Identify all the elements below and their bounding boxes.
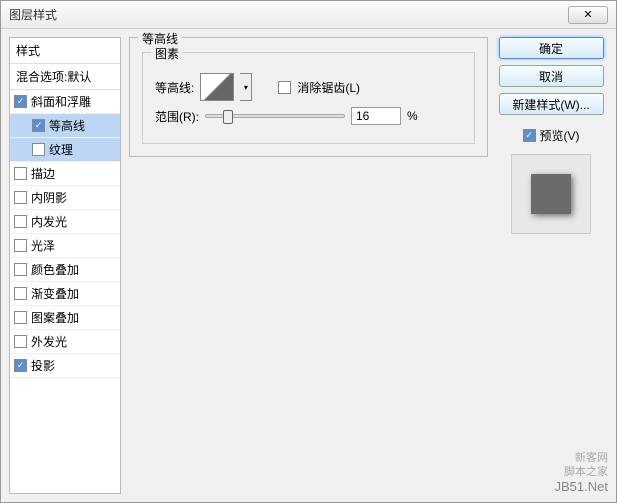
sidebar-item-label: 描边	[31, 165, 55, 182]
elements-legend: 图素	[151, 45, 183, 62]
watermark: 新客网 脚本之家 JB51.Net	[555, 451, 608, 496]
blend-options-item[interactable]: 混合选项:默认	[10, 64, 120, 90]
layer-style-dialog: 图层样式 ✕ 样式 混合选项:默认 斜面和浮雕等高线纹理描边内阴影内发光光泽颜色…	[0, 0, 617, 503]
sidebar-item-7[interactable]: 颜色叠加	[10, 258, 120, 282]
contour-dropdown[interactable]: ▾	[240, 73, 252, 101]
sidebar-item-3[interactable]: 描边	[10, 162, 120, 186]
sidebar-checkbox[interactable]	[14, 311, 27, 324]
sidebar-item-label: 纹理	[49, 141, 73, 158]
antialias-checkbox[interactable]	[278, 81, 291, 94]
sidebar-item-label: 内阴影	[31, 189, 67, 206]
sidebar-item-2[interactable]: 纹理	[10, 138, 120, 162]
sidebar-checkbox[interactable]	[14, 215, 27, 228]
range-slider-thumb[interactable]	[223, 110, 233, 124]
sidebar-checkbox[interactable]	[14, 95, 27, 108]
antialias-label: 消除锯齿(L)	[297, 79, 360, 96]
sidebar-item-0[interactable]: 斜面和浮雕	[10, 90, 120, 114]
sidebar-checkbox[interactable]	[32, 143, 45, 156]
sidebar-checkbox[interactable]	[14, 335, 27, 348]
preview-label: 预览(V)	[540, 127, 580, 144]
preview-checkbox[interactable]	[523, 129, 536, 142]
sidebar-checkbox[interactable]	[32, 119, 45, 132]
sidebar-item-label: 颜色叠加	[31, 261, 79, 278]
sidebar-item-label: 投影	[31, 357, 55, 374]
sidebar-heading[interactable]: 样式	[10, 38, 120, 64]
contour-picker[interactable]	[200, 73, 234, 101]
sidebar-item-1[interactable]: 等高线	[10, 114, 120, 138]
sidebar-item-label: 光泽	[31, 237, 55, 254]
main-panel: 等高线 图素 等高线: ▾ 消除锯齿(L) 范围(R):	[121, 29, 496, 502]
sidebar-item-label: 等高线	[49, 117, 85, 134]
sidebar-item-9[interactable]: 图案叠加	[10, 306, 120, 330]
range-slider[interactable]	[205, 114, 345, 118]
sidebar-item-10[interactable]: 外发光	[10, 330, 120, 354]
sidebar-item-label: 渐变叠加	[31, 285, 79, 302]
sidebar-item-label: 图案叠加	[31, 309, 79, 326]
new-style-button[interactable]: 新建样式(W)...	[499, 93, 604, 115]
dialog-body: 样式 混合选项:默认 斜面和浮雕等高线纹理描边内阴影内发光光泽颜色叠加渐变叠加图…	[1, 29, 616, 502]
preview-thumbnail	[511, 154, 591, 234]
sidebar-checkbox[interactable]	[14, 167, 27, 180]
contour-group: 等高线 图素 等高线: ▾ 消除锯齿(L) 范围(R):	[129, 37, 488, 157]
range-label: 范围(R):	[155, 108, 199, 125]
close-button[interactable]: ✕	[568, 6, 608, 24]
window-title: 图层样式	[9, 6, 568, 23]
sidebar-checkbox[interactable]	[14, 263, 27, 276]
sidebar-item-5[interactable]: 内发光	[10, 210, 120, 234]
cancel-button[interactable]: 取消	[499, 65, 604, 87]
right-column: 确定 取消 新建样式(W)... 预览(V)	[496, 29, 616, 502]
close-icon: ✕	[583, 8, 592, 21]
sidebar-item-label: 内发光	[31, 213, 67, 230]
sidebar-item-4[interactable]: 内阴影	[10, 186, 120, 210]
sidebar-item-8[interactable]: 渐变叠加	[10, 282, 120, 306]
sidebar-item-11[interactable]: 投影	[10, 354, 120, 378]
titlebar: 图层样式 ✕	[1, 1, 616, 29]
sidebar-item-label: 外发光	[31, 333, 67, 350]
sidebar-checkbox[interactable]	[14, 239, 27, 252]
range-unit: %	[407, 109, 418, 123]
range-input[interactable]	[351, 107, 401, 125]
preview-swatch	[531, 174, 571, 214]
sidebar-checkbox[interactable]	[14, 191, 27, 204]
sidebar-checkbox[interactable]	[14, 359, 27, 372]
sidebar-checkbox[interactable]	[14, 287, 27, 300]
elements-group: 图素 等高线: ▾ 消除锯齿(L) 范围(R):	[142, 52, 475, 144]
contour-label: 等高线:	[155, 79, 194, 96]
sidebar-item-label: 斜面和浮雕	[31, 93, 91, 110]
sidebar-item-6[interactable]: 光泽	[10, 234, 120, 258]
styles-sidebar: 样式 混合选项:默认 斜面和浮雕等高线纹理描边内阴影内发光光泽颜色叠加渐变叠加图…	[9, 37, 121, 494]
ok-button[interactable]: 确定	[499, 37, 604, 59]
